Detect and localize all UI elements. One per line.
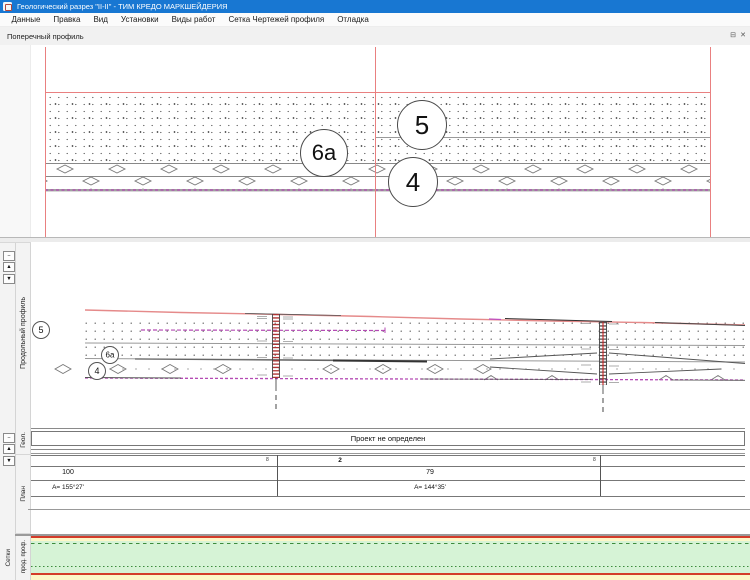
profile-label-4: 4 [94,366,99,376]
menu-pravka[interactable]: Правка [47,15,87,24]
close-icon[interactable]: ✕ [740,31,746,40]
layer-circle-4: 4 [388,157,438,207]
collapse-button[interactable]: − [3,251,15,261]
cross-profile-header: Поперечный профиль ⊟ ✕ [0,27,750,45]
grids-green-dotted-line [31,566,750,568]
plan-section-number: 2 [330,457,350,464]
cross-profile-title: Поперечный профиль [7,32,84,41]
cross-left-margin [0,45,31,237]
title-bar: Геологический разрез "II-II" - ТИМ КРЕДО… [0,0,750,13]
grids-green-dashed-line [31,543,750,545]
menu-otladka[interactable]: Отладка [331,15,376,24]
layer-circle-5: 5 [397,100,447,150]
soil-dots-texture [45,93,710,163]
long-profile-canvas[interactable]: 5 6а 4 [31,242,750,422]
collapse-button-lower[interactable]: − [3,433,15,443]
red-surface-line [45,92,710,93]
span-azimuth-2: А= 144°35' [390,484,470,491]
grids-band[interactable] [31,536,750,580]
plan-vertex-divider-1 [277,455,278,496]
application-window: Геологический разрез "II-II" - ТИМ КРЕДО… [0,0,750,580]
layer-label-5: 5 [415,110,429,141]
plan-grid[interactable]: 2 8 8 100 79 А= 155°27' А= 144°35' [0,452,750,509]
menu-ustanovki[interactable]: Установки [114,15,165,24]
long-profile-drawing: 5 6а 4 [31,242,750,422]
geol-label: Геол. [20,432,27,448]
window-title: Геологический разрез "II-II" - ТИМ КРЕДО… [17,0,228,13]
profile-label-5: 5 [38,325,43,335]
menu-bar: Данные Правка Вид Установки Виды работ С… [0,13,750,27]
app-icon [3,2,12,11]
grids-yellow-strip-bottom [31,575,750,580]
vertex-marker-2: 8 [593,457,596,464]
geol-strip-top-line [31,428,745,429]
vertex-marker-1: 8 [266,457,269,464]
span-distance-2: 79 [400,469,460,476]
span-distance-1: 100 [38,469,98,476]
grids-green-area [31,541,750,573]
geol-tab[interactable]: Геол. [16,425,31,455]
plan-line [31,453,745,454]
plan-line [31,466,745,467]
layer-label-4: 4 [406,167,420,198]
plan-bottom-line [28,509,750,510]
plan-line [31,455,745,456]
long-profile-tab[interactable]: Продольный профиль [16,243,31,422]
pin-icon[interactable]: ⊟ [730,31,736,40]
grids-subpanel-tab[interactable]: прод. проф. [16,534,31,580]
grids-section-label: Сетки [5,549,12,567]
plan-vertex-divider-2 [600,455,601,496]
red-section-line-right [710,47,711,237]
menu-vidy-rabot[interactable]: Виды работ [165,15,222,24]
layer-label-6a: 6а [312,140,336,166]
diamond-layer-strips [45,163,710,194]
scroll-up-button[interactable]: ▲ [3,262,15,272]
menu-dannye[interactable]: Данные [5,15,47,24]
profile-label-6a: 6а [106,351,115,360]
geol-status-box: Проект не определен [31,431,745,446]
span-azimuth-1: А= 155°27' [28,484,108,491]
layer-circle-6a: 6а [300,129,348,177]
plan-line [31,496,745,497]
plan-line [31,480,745,481]
menu-setka-chertezhey[interactable]: Сетка Чертежей профиля [222,15,331,24]
scroll-down-button[interactable]: ▼ [3,274,15,284]
geol-strip-bottom-line [31,449,745,450]
long-profile-button-rail: − ▲ ▼ [0,243,16,422]
project-status-text: Проект не определен [351,434,426,443]
red-section-line-left [45,47,46,237]
grids-subpanel-label: прод. проф. [21,540,27,573]
cross-profile-canvas[interactable]: 5 6а 4 [0,45,750,237]
grids-section-tab[interactable]: Сетки [0,536,16,580]
long-profile-label: Продольный профиль [20,297,27,369]
red-section-line-center [375,47,376,237]
menu-vid[interactable]: Вид [87,15,114,24]
